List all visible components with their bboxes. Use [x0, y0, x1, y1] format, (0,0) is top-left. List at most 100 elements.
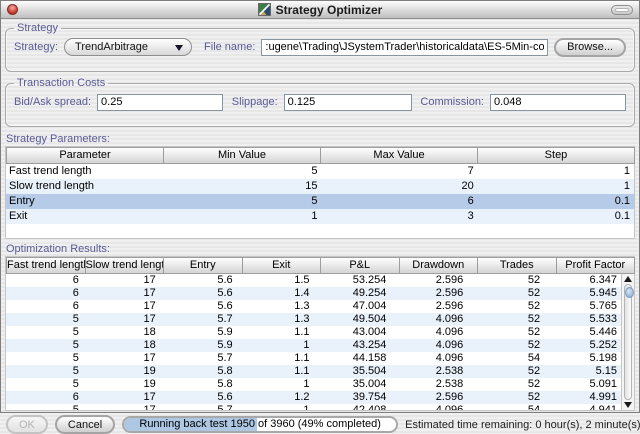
estimated-time-text: Estimated time remaining: 0 hour(s), 2 m… [405, 419, 640, 431]
table-cell: 5 [6, 339, 83, 352]
ok-button[interactable]: OK [6, 415, 48, 434]
table-cell: 18 [83, 326, 160, 339]
table-cell: 5 [6, 404, 83, 410]
app-icon [258, 3, 271, 16]
table-row[interactable]: Fast trend length571 [6, 164, 634, 179]
column-header[interactable]: Drawdown [399, 257, 479, 274]
shade-button[interactable] [611, 5, 633, 15]
table-cell: 17 [83, 352, 160, 365]
table-cell: 52 [467, 300, 544, 313]
results-table-header: Fast trend lengthSlow trend lengthEntryE… [6, 257, 634, 274]
optimization-results-table: Fast trend lengthSlow trend lengthEntryE… [5, 256, 635, 411]
table-cell: 5 [165, 164, 321, 179]
table-cell: 6 [322, 194, 478, 209]
column-header[interactable]: Trades [477, 257, 557, 274]
table-cell: 5 [6, 365, 83, 378]
table-cell: 20 [322, 179, 478, 194]
column-header[interactable]: Exit [242, 257, 322, 274]
column-header[interactable]: Max Value [320, 147, 478, 164]
table-cell: 4.941 [544, 404, 621, 410]
table-cell: 7 [322, 164, 478, 179]
scroll-down-icon[interactable] [624, 401, 633, 409]
table-cell: 5.9 [160, 339, 237, 352]
table-cell: 4.096 [390, 352, 467, 365]
table-cell: 52 [467, 313, 544, 326]
table-row[interactable]: Exit130.1 [6, 209, 634, 224]
footer-bar: OK Cancel Running back test 1950 of 3960… [1, 411, 639, 434]
params-table-header: ParameterMin ValueMax ValueStep [6, 147, 634, 164]
slippage-input[interactable] [284, 94, 412, 111]
table-row[interactable]: 5175.71.144.1584.096545.198 [6, 352, 621, 365]
table-cell: 2.596 [390, 391, 467, 404]
table-cell: 15 [165, 179, 321, 194]
scrollbar-thumb[interactable] [625, 287, 634, 298]
table-cell: 1 [478, 179, 634, 194]
table-cell: 1.2 [237, 391, 314, 404]
table-cell: 5.8 [160, 378, 237, 391]
transaction-costs-group: Transaction Costs Bid/Ask spread: Slippa… [5, 77, 635, 127]
title-bar[interactable]: Strategy Optimizer [1, 1, 639, 19]
table-cell: 4.096 [390, 326, 467, 339]
column-header[interactable]: Fast trend length [6, 257, 86, 274]
table-cell: 6 [6, 274, 83, 287]
table-row[interactable]: 5195.8135.0042.538525.091 [6, 378, 621, 391]
strategy-optimizer-window: { "window": { "title": "Strategy Optimiz… [0, 0, 640, 413]
table-row[interactable]: Entry560.1 [6, 194, 634, 209]
table-row[interactable]: 5195.81.135.5042.538525.15 [6, 365, 621, 378]
table-cell: 44.158 [314, 352, 391, 365]
bid-ask-spread-input[interactable] [97, 94, 223, 111]
strategy-combobox[interactable]: TrendArbitrage [64, 38, 192, 56]
table-cell: 18 [83, 339, 160, 352]
table-cell: 52 [467, 287, 544, 300]
table-cell: 52 [467, 339, 544, 352]
table-cell: 3 [322, 209, 478, 224]
browse-button[interactable]: Browse... [554, 38, 626, 57]
scroll-up-icon[interactable] [624, 275, 633, 283]
table-cell: 0.1 [478, 209, 634, 224]
table-cell: 5.198 [544, 352, 621, 365]
scrollbar-track[interactable] [624, 284, 632, 400]
table-row[interactable]: 6175.61.239.7542.596524.991 [6, 391, 621, 404]
table-cell: 0.1 [478, 194, 634, 209]
table-row[interactable]: 5185.9143.2544.096525.252 [6, 339, 621, 352]
commission-input[interactable] [490, 94, 626, 111]
table-cell: 1.3 [237, 313, 314, 326]
table-cell: 6.347 [544, 274, 621, 287]
transaction-costs-group-title: Transaction Costs [14, 77, 108, 89]
table-row[interactable]: 6175.61.347.0042.596525.765 [6, 300, 621, 313]
column-header[interactable]: Entry [163, 257, 243, 274]
table-cell: 49.504 [314, 313, 391, 326]
vertical-scrollbar[interactable] [621, 274, 634, 410]
column-header[interactable]: Step [477, 147, 635, 164]
chevron-down-icon [175, 45, 183, 51]
close-button[interactable] [7, 4, 18, 15]
table-cell: 5.15 [544, 365, 621, 378]
table-row[interactable]: 6175.61.553.2542.596526.347 [6, 274, 621, 287]
table-row[interactable]: 6175.61.449.2542.596525.945 [6, 287, 621, 300]
table-cell: 42.408 [314, 404, 391, 410]
table-row[interactable]: 5175.7142.4084.096544.941 [6, 404, 621, 410]
table-cell: 6 [6, 287, 83, 300]
column-header[interactable]: Profit Factor [556, 257, 636, 274]
table-cell: 1.4 [237, 287, 314, 300]
table-cell: 5.252 [544, 339, 621, 352]
table-cell: 1 [237, 339, 314, 352]
table-cell: 1.1 [237, 326, 314, 339]
column-header[interactable]: P&L [320, 257, 400, 274]
table-cell: 4.096 [390, 404, 467, 410]
table-row[interactable]: 5185.91.143.0044.096525.446 [6, 326, 621, 339]
table-cell: 5.945 [544, 287, 621, 300]
column-header[interactable]: Slow trend length [85, 257, 165, 274]
table-row[interactable]: Slow trend length15201 [6, 179, 634, 194]
table-cell: 54 [467, 352, 544, 365]
table-cell: 35.504 [314, 365, 391, 378]
cancel-button[interactable]: Cancel [55, 415, 115, 434]
table-row[interactable]: 5175.71.349.5044.096525.533 [6, 313, 621, 326]
table-cell: Entry [6, 194, 165, 209]
file-name-input[interactable] [261, 39, 548, 56]
table-cell: 5.533 [544, 313, 621, 326]
column-header[interactable]: Parameter [6, 147, 164, 164]
table-cell: 2.538 [390, 378, 467, 391]
table-cell: 17 [83, 300, 160, 313]
column-header[interactable]: Min Value [163, 147, 321, 164]
